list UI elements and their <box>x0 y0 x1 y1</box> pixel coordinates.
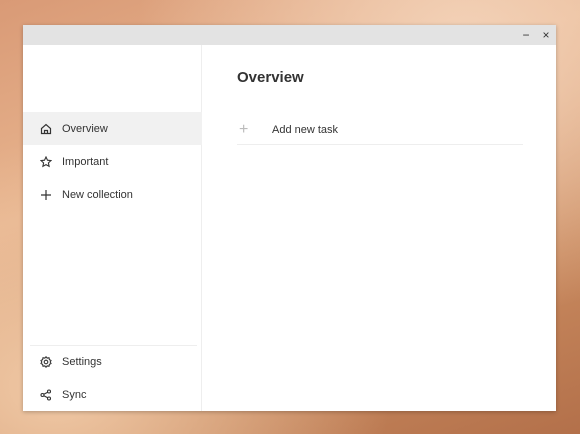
minimize-button[interactable]: − <box>518 27 534 43</box>
sidebar-item-new-collection[interactable]: New collection <box>23 178 202 211</box>
sidebar-item-label: New collection <box>62 188 133 201</box>
share-icon <box>39 388 53 402</box>
page-title: Overview <box>237 69 304 86</box>
gear-icon <box>39 355 53 369</box>
star-icon <box>39 155 53 169</box>
sidebar-item-settings[interactable]: Settings <box>23 345 202 378</box>
sidebar-item-important[interactable]: Important <box>23 145 202 178</box>
add-task-placeholder: Add new task <box>272 123 339 136</box>
sidebar-item-label: Sync <box>62 388 87 401</box>
sidebar-item-label: Overview <box>62 122 108 135</box>
sidebar-item-overview[interactable]: Overview <box>23 112 202 145</box>
plus-icon: + <box>239 120 249 138</box>
plus-icon <box>39 188 53 202</box>
add-task-input[interactable]: + Add new task <box>237 115 523 145</box>
sidebar: Overview Important New collection Settin… <box>23 45 202 411</box>
app-window: − × Overview Important New collection Se… <box>23 25 556 411</box>
title-bar: − × <box>23 25 556 45</box>
close-button[interactable]: × <box>538 27 554 43</box>
sidebar-item-sync[interactable]: Sync <box>23 378 202 411</box>
main-panel: Overview + Add new task <box>203 45 556 411</box>
sidebar-item-label: Important <box>62 155 109 168</box>
home-icon <box>39 122 53 136</box>
sidebar-item-label: Settings <box>62 355 102 368</box>
